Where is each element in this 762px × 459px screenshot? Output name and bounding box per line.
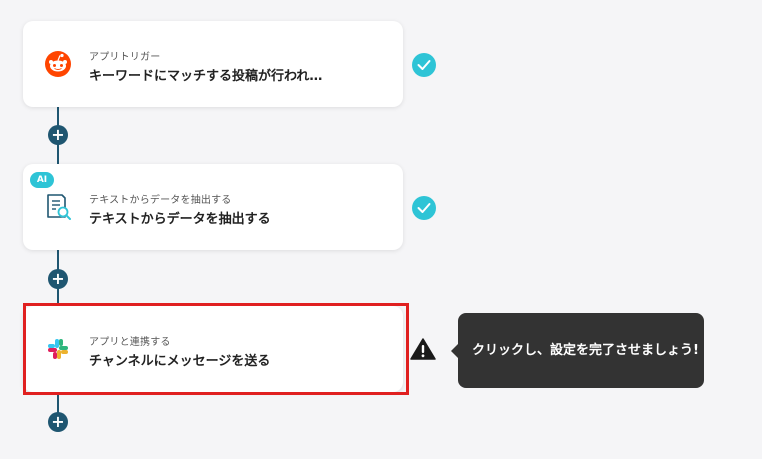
step-title: テキストからデータを抽出する: [89, 212, 271, 227]
document-search-icon: [43, 192, 73, 222]
tooltip-arrow: [451, 344, 458, 358]
step-subtitle: アプリトリガー: [89, 52, 161, 63]
step-card-slack[interactable]: アプリと連携する チャンネルにメッセージを送る: [23, 306, 403, 392]
warning-icon: [410, 337, 436, 361]
step-subtitle: アプリと連携する: [89, 337, 171, 348]
add-step-button[interactable]: +: [48, 125, 68, 145]
step-title: キーワードにマッチする投稿が行われ…: [89, 69, 323, 84]
step-card-trigger[interactable]: アプリトリガー キーワードにマッチする投稿が行われ…: [23, 21, 403, 107]
tooltip-text: クリックし、設定を完了させましょう!: [472, 343, 699, 358]
check-icon: [412, 53, 436, 77]
setup-tooltip: クリックし、設定を完了させましょう!: [451, 313, 704, 388]
step-title: チャンネルにメッセージを送る: [89, 354, 271, 369]
add-step-button[interactable]: +: [48, 269, 68, 289]
check-icon: [412, 196, 436, 220]
slack-icon: [43, 334, 73, 364]
step-subtitle: テキストからデータを抽出する: [89, 195, 232, 206]
reddit-icon: [43, 49, 73, 79]
ai-badge: AI: [30, 172, 54, 188]
add-step-button[interactable]: +: [48, 412, 68, 432]
step-card-ai-extract[interactable]: テキストからデータを抽出する テキストからデータを抽出する: [23, 164, 403, 250]
